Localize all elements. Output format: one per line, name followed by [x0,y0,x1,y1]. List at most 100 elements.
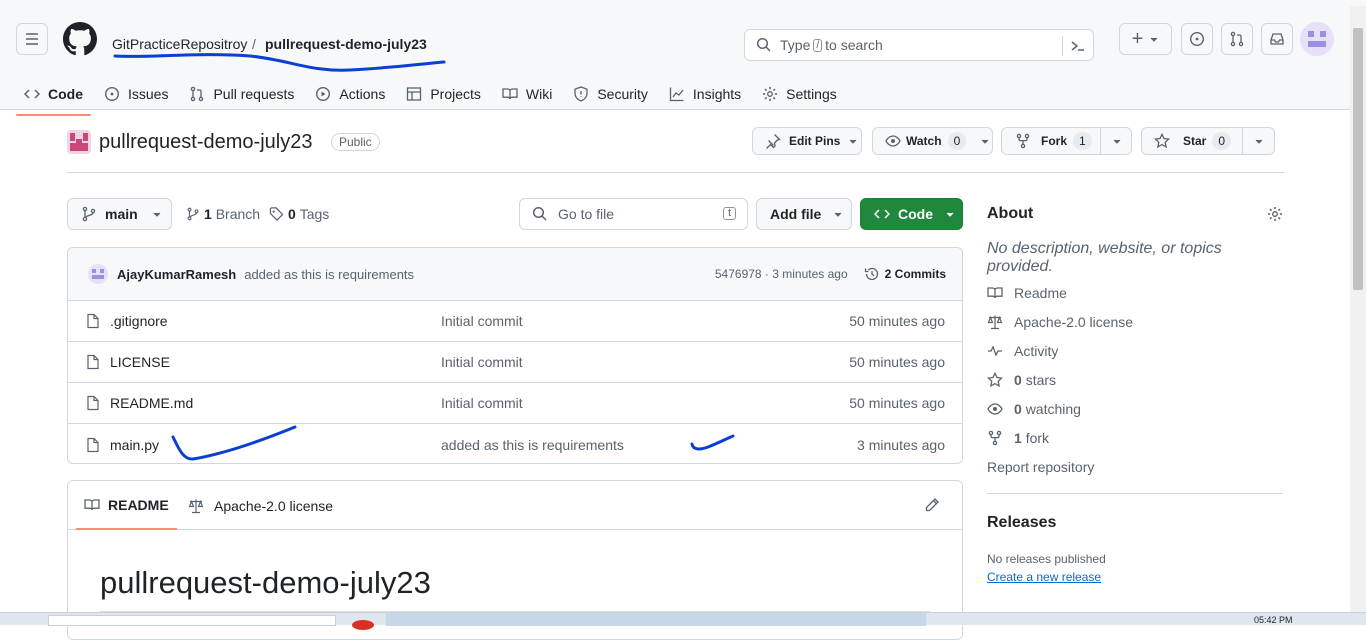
about-fork-label: fork [1025,429,1050,446]
scrollbar-thumb[interactable] [1353,28,1363,290]
repo-title[interactable]: pullrequest-demo-july23 [99,131,312,154]
avatar[interactable] [88,264,108,284]
file-name[interactable]: README.md [110,395,193,411]
commit-hash-time[interactable]: 5476978 · 3 minutes ago [715,267,848,281]
pull-request-icon [191,86,204,102]
star-count: 0 [1212,132,1232,150]
tab-readme[interactable]: README [76,481,177,530]
tab-wiki[interactable]: Wiki [494,76,560,112]
inbox-button[interactable] [1261,23,1293,55]
code-button[interactable]: Code [860,198,963,230]
branch-selector[interactable]: main [67,198,172,230]
watch-label: Watch [906,134,942,148]
about-readme-link[interactable]: Readme [987,278,1283,307]
search-suffix: to search [825,37,883,53]
commits-link[interactable]: 2 Commits [864,266,946,282]
taskbar-clock: 05:42 PM [1254,615,1293,625]
releases-title[interactable]: Releases [987,514,1056,531]
commit-message[interactable]: added as this is requirements [244,267,414,282]
file-icon [87,354,99,370]
about-stars-count: 0 [1014,371,1022,388]
about-fork-link[interactable]: 1 fork [987,423,1283,452]
tab-settings[interactable]: Settings [754,76,845,112]
issues-button[interactable] [1181,23,1213,55]
file-name[interactable]: LICENSE [110,354,170,370]
table-row[interactable]: .gitignore Initial commit 50 minutes ago [68,301,962,342]
about-activity-link[interactable]: Activity [987,336,1283,365]
chevron-down-icon [153,212,161,217]
star-button[interactable]: Star 0 [1141,127,1275,155]
tab-label: Pull requests [213,86,295,102]
identicon-icon [70,133,88,151]
chevron-down-icon[interactable] [1254,136,1264,146]
search-input[interactable]: Type / to search [744,29,1094,61]
repo-nav: Code Issues Pull requests Actions Projec… [16,76,850,116]
taskbar-search[interactable] [48,615,336,626]
tab-label: Settings [786,86,837,102]
branches-link[interactable]: 1 Branch [186,206,260,222]
shield-icon [574,86,588,102]
commit-author[interactable]: AjayKumarRamesh [117,267,236,282]
menu-button[interactable] [16,23,48,55]
commits-count: 2 Commits [884,267,946,281]
tab-label: Insights [692,86,742,102]
page-scrollbar[interactable] [1350,6,1366,612]
tab-insights[interactable]: Insights [661,76,749,112]
releases-empty-text: No releases published [987,552,1106,566]
table-row[interactable]: LICENSE Initial commit 50 minutes ago [68,342,962,383]
search-shortcut-key: / [813,38,823,52]
tab-license[interactable]: Apache-2.0 license [180,481,341,530]
avatar[interactable] [1300,22,1334,56]
annotation-underline [171,425,297,461]
file-icon [87,437,99,452]
file-commit-message[interactable]: Initial commit [441,354,523,370]
file-commit-message[interactable]: added as this is requirements [441,437,624,453]
tab-readme-label: README [108,496,169,513]
github-logo-icon[interactable] [63,22,97,56]
file-name[interactable]: main.py [110,437,159,453]
watch-button[interactable]: Watch 0 [872,127,993,155]
tab-actions[interactable]: Actions [307,76,393,112]
pulse-icon [988,344,1002,357]
branch-icon [187,207,199,221]
go-to-file-input[interactable]: Go to file t [519,198,748,230]
create-release-link[interactable]: Create a new release [987,570,1283,584]
add-file-button[interactable]: Add file [756,198,852,230]
tab-pull-requests[interactable]: Pull requests [181,76,302,112]
create-new-button[interactable]: + [1119,23,1172,55]
inbox-icon [1270,33,1284,45]
pull-requests-button[interactable] [1221,23,1253,55]
table-row[interactable]: README.md Initial commit 50 minutes ago [68,383,962,424]
hamburger-icon [26,33,38,45]
fork-button[interactable]: Fork 1 [1001,127,1132,155]
chevron-down-icon [849,139,857,144]
add-file-label: Add file [770,206,822,222]
report-repository-link[interactable]: Report repository [987,452,1283,481]
about-activity-label: Activity [1014,342,1059,359]
about-watching-link[interactable]: 0 watching [987,394,1283,423]
global-header: GitPracticeRepositroy / pullrequest-demo… [0,6,1350,116]
gear-icon[interactable] [1267,206,1283,222]
command-palette-icon[interactable] [1070,38,1086,54]
tab-projects[interactable]: Projects [398,76,489,112]
tab-code[interactable]: Code [16,76,91,116]
about-license-link[interactable]: Apache-2.0 license [987,307,1283,336]
file-commit-message[interactable]: Initial commit [441,313,523,329]
pencil-icon[interactable] [924,497,940,513]
chevron-down-icon [834,212,842,217]
tags-link[interactable]: 0 Tags [269,206,329,222]
tab-issues[interactable]: Issues [96,76,176,112]
file-time: 3 minutes ago [857,436,945,453]
chevron-down-icon[interactable] [1112,136,1122,146]
tab-security[interactable]: Security [565,76,656,112]
repo-avatar [67,130,91,154]
chrome-taskbar-icon[interactable] [352,620,374,630]
play-icon [316,86,331,102]
file-name[interactable]: .gitignore [110,313,168,329]
about-stars-link[interactable]: 0 stars [987,365,1283,394]
about-fork-count: 1 [1014,429,1022,446]
code-icon [874,209,890,219]
file-commit-message[interactable]: Initial commit [441,395,523,411]
edit-pins-button[interactable]: Edit Pins [752,127,862,155]
branch-label: Branch [215,206,261,222]
